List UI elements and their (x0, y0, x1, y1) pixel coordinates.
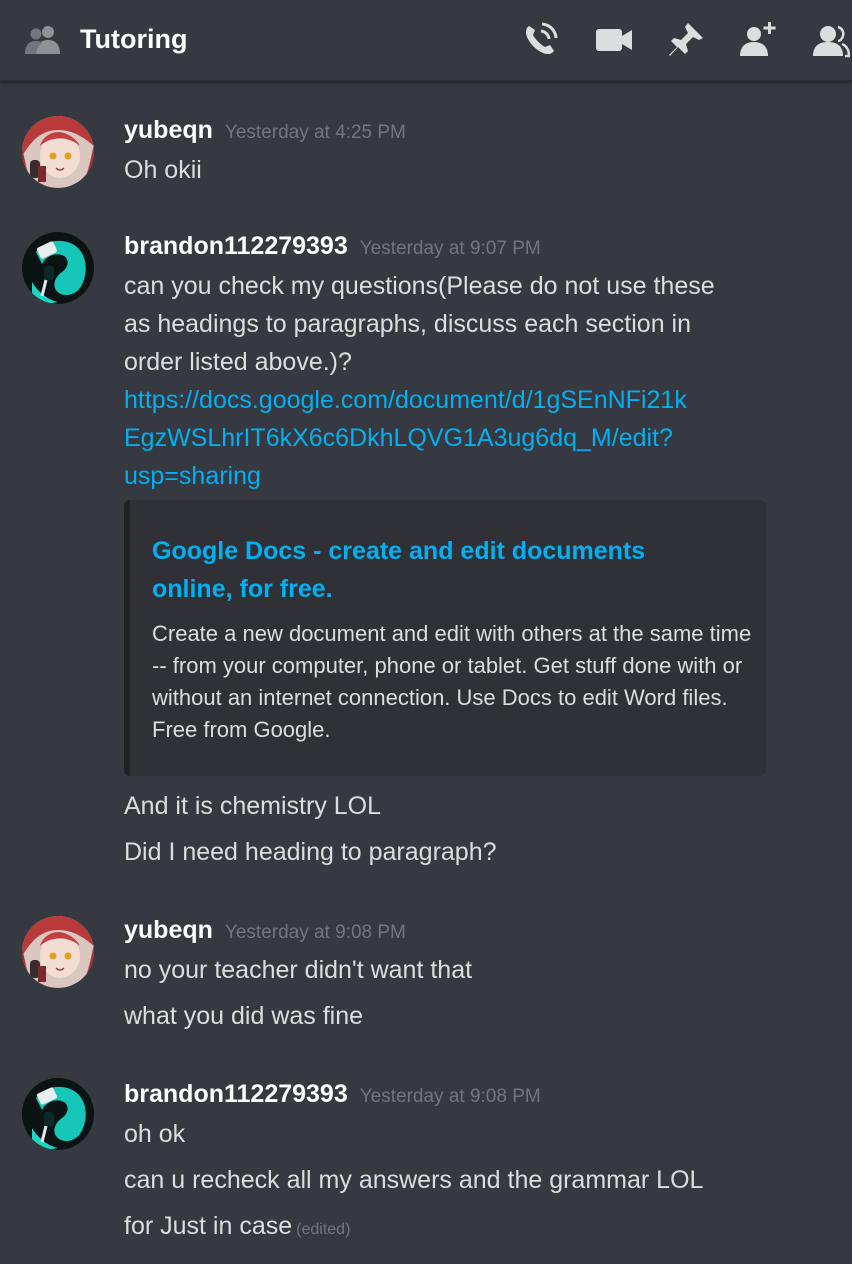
message-timestamp: Yesterday at 9:08 PM (224, 922, 406, 943)
link-embed: Google Docs - create and edit documents … (124, 500, 766, 776)
avatar[interactable] (22, 232, 94, 304)
message-author[interactable]: yubeqn Yesterday at 4:25 PM (124, 116, 406, 145)
message-text: oh ok (124, 1120, 186, 1148)
message-author[interactable]: brandon112279393 Yesterday at 9:07 PM (124, 232, 541, 261)
message-link[interactable]: EgzWSLhrIT6kX6c6DkhLQVG1A3ug6dq_M/edit? (124, 424, 673, 453)
message-text: can you check my questions(Please do not… (124, 272, 715, 300)
message-text: as headings to paragraphs, discuss each … (124, 310, 692, 338)
channel-header: Tutoring (0, 0, 852, 81)
start-voice-call-icon[interactable] (520, 20, 560, 60)
group-icon (25, 26, 60, 54)
message-author[interactable]: yubeqn Yesterday at 9:08 PM (124, 916, 406, 945)
message-timestamp: Yesterday at 9:08 PM (359, 1086, 541, 1107)
message-text: Did I need heading to paragraph? (124, 838, 497, 866)
message-author[interactable]: brandon112279393 Yesterday at 9:08 PM (124, 1080, 541, 1109)
member-list-icon[interactable] (810, 20, 850, 60)
message-link[interactable]: https://docs.google.com/document/d/1gSEn… (124, 386, 687, 415)
message-text: Oh okii (124, 156, 202, 184)
message-text: And it is chemistry LOL (124, 792, 382, 820)
message-text: for Just in case (edited) (124, 1212, 351, 1240)
add-friends-to-dm-icon[interactable] (738, 20, 778, 60)
message-text: what you did was fine (124, 1002, 364, 1030)
message-timestamp: Yesterday at 4:25 PM (224, 122, 406, 143)
message-text: can u recheck all my answers and the gra… (124, 1166, 704, 1194)
pinned-messages-icon[interactable] (666, 20, 706, 60)
embed-description: Create a new document and edit with othe… (152, 621, 752, 742)
message-link[interactable]: usp=sharing (124, 462, 261, 491)
channel-title: Tutoring (80, 24, 188, 54)
avatar[interactable] (22, 116, 94, 188)
message-list: yubeqn Yesterday at 4:25 PM Oh okii brand… (0, 82, 852, 1264)
embed-title[interactable]: Google Docs - create and edit documents … (152, 532, 712, 608)
message-text: order listed above.)? (124, 348, 352, 376)
edited-label: (edited) (296, 1221, 351, 1238)
start-video-call-icon[interactable] (594, 20, 634, 60)
message-text: no your teacher didn't want that (124, 956, 473, 984)
avatar[interactable] (22, 916, 94, 988)
avatar[interactable] (22, 1078, 94, 1150)
message-timestamp: Yesterday at 9:07 PM (359, 238, 541, 259)
